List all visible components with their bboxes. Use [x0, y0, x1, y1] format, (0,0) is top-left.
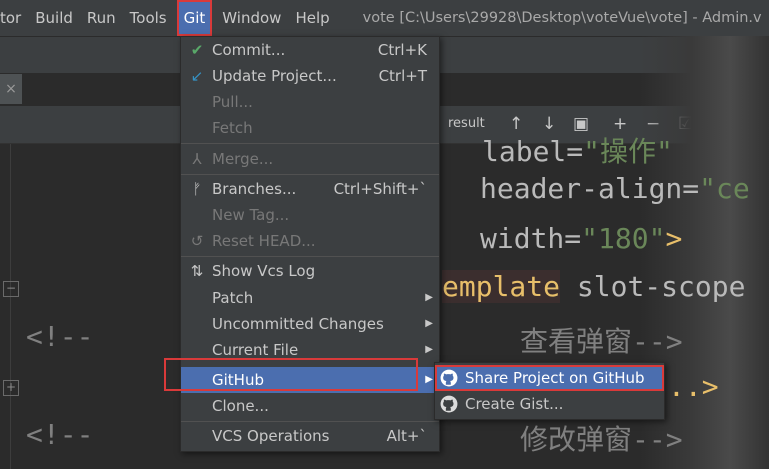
close-tab-icon[interactable]: ×	[0, 74, 22, 104]
menu-separator	[181, 174, 439, 175]
fold-expand-icon[interactable]: +	[3, 380, 19, 396]
code-line-label: label="操作"	[482, 135, 673, 168]
code-line-width: width="180">	[480, 222, 683, 255]
update-arrow-icon: ↙	[190, 67, 204, 85]
menu-item-merge: ⅄ Merge...	[181, 146, 439, 172]
code-comment-open-2: <!--	[26, 418, 94, 451]
submenu-arrow-icon: ▶	[425, 344, 433, 355]
menu-help[interactable]: Help	[288, 0, 336, 36]
menu-item-clone[interactable]: Clone...	[181, 393, 439, 419]
gutter-line	[10, 144, 11, 469]
menu-item-patch[interactable]: Patch ▶	[181, 285, 439, 311]
menu-editor[interactable]: tor	[0, 0, 28, 36]
menu-item-branches[interactable]: ᚠ Branches... Ctrl+Shift+`	[181, 176, 439, 202]
fold-collapse-icon[interactable]: −	[3, 281, 19, 297]
code-line-header-align: header-align="ce	[480, 172, 750, 205]
submenu-arrow-icon: ▶	[425, 318, 433, 329]
github-highlight-box	[164, 358, 418, 391]
menubar: tor Build Run Tools Git Window Help vote…	[0, 0, 769, 37]
code-comment-open-1: <!--	[26, 320, 94, 353]
check-icon: ✔	[190, 41, 204, 59]
menu-item-create-gist[interactable]: Create Gist...	[435, 391, 664, 417]
menu-window[interactable]: Window	[215, 0, 288, 36]
menu-item-show-vcs-log[interactable]: ⇅ Show Vcs Log	[181, 258, 439, 284]
undo-icon: ↺	[190, 232, 204, 250]
menu-tools[interactable]: Tools	[123, 0, 174, 36]
menu-item-vcs-operations[interactable]: VCS Operations Alt+`	[181, 423, 439, 449]
menu-separator	[181, 143, 439, 144]
menu-run[interactable]: Run	[80, 0, 123, 36]
github-icon	[440, 395, 458, 413]
code-line-close: ..>	[668, 370, 719, 403]
menu-separator	[181, 421, 439, 422]
code-comment-view-dialog: 查看弹窗-->	[520, 325, 683, 358]
menu-build[interactable]: Build	[28, 0, 80, 36]
window-title: vote [C:\Users\29928\Desktop\voteVue\vot…	[362, 10, 762, 26]
submenu-arrow-icon: ▶	[425, 374, 433, 385]
menu-item-fetch: Fetch	[212, 119, 253, 137]
menu-item-reset-head: ↺ Reset HEAD...	[181, 228, 439, 254]
menu-item-share-project-on-github[interactable]: Share Project on GitHub	[435, 365, 664, 391]
result-label: result	[448, 116, 485, 131]
github-icon	[440, 369, 458, 387]
merge-icon: ⅄	[192, 150, 202, 168]
menu-git[interactable]: Git	[176, 0, 213, 36]
menu-item-uncommitted-changes[interactable]: Uncommitted Changes ▶	[181, 311, 439, 337]
menu-item-new-tag: New Tag...	[212, 206, 290, 224]
menu-item-commit[interactable]: ✔ Commit... Ctrl+K	[181, 37, 439, 63]
branch-icon: ᚠ	[192, 180, 202, 198]
menu-separator	[181, 256, 439, 257]
menu-item-pull: Pull...	[212, 93, 253, 111]
menu-item-update-project[interactable]: ↙ Update Project... Ctrl+T	[181, 63, 439, 89]
github-submenu: Share Project on GitHub Create Gist...	[434, 362, 665, 420]
submenu-arrow-icon: ▶	[425, 292, 433, 303]
vcs-log-icon: ⇅	[190, 262, 204, 280]
code-line-template: emplate slot-scope	[442, 270, 746, 303]
code-comment-edit-dialog: 修改弹窗-->	[520, 423, 683, 456]
